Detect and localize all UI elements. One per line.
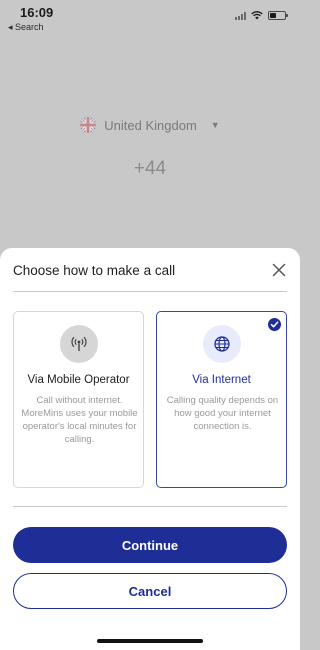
option-icon-container	[203, 325, 241, 363]
option-description: Calling quality depends on how good your…	[166, 395, 279, 432]
header-divider	[13, 291, 287, 292]
globe-icon	[214, 336, 230, 352]
cellular-signal-icon	[235, 11, 246, 20]
antenna-icon	[71, 336, 87, 351]
wifi-icon	[251, 11, 263, 20]
close-icon[interactable]	[271, 262, 287, 278]
status-bar: 16:09 ◂ Search	[0, 0, 300, 36]
selected-check-icon	[268, 318, 281, 331]
option-title: Via Mobile Operator	[27, 374, 130, 386]
status-time: 16:09	[20, 5, 54, 20]
home-indicator[interactable]	[97, 639, 203, 643]
status-icons	[235, 11, 288, 20]
battery-icon	[268, 11, 288, 20]
chevron-down-icon: ▼	[210, 120, 220, 130]
option-title: Via Internet	[192, 374, 251, 386]
country-name: United Kingdom	[104, 117, 197, 133]
uk-flag-icon	[80, 117, 97, 133]
call-method-sheet: Choose how to make a call Via Mobile Ope…	[0, 248, 300, 650]
sheet-header: Choose how to make a call	[13, 262, 287, 284]
call-options: Via Mobile Operator Call without interne…	[13, 311, 287, 488]
options-divider	[13, 506, 287, 507]
cancel-button[interactable]: Cancel	[13, 573, 287, 609]
dial-code: +44	[133, 158, 167, 179]
option-icon-container	[60, 325, 98, 363]
sheet-title: Choose how to make a call	[13, 263, 176, 278]
back-to-app-link[interactable]: ◂ Search	[8, 22, 44, 33]
continue-button[interactable]: Continue	[13, 527, 287, 563]
option-card-mobile-operator[interactable]: Via Mobile Operator Call without interne…	[13, 311, 144, 488]
country-selector[interactable]: United Kingdom ▼	[0, 117, 300, 133]
option-description: Call without internet. MoreMins uses you…	[21, 395, 138, 445]
option-card-internet[interactable]: Via Internet Calling quality depends on …	[156, 311, 287, 488]
